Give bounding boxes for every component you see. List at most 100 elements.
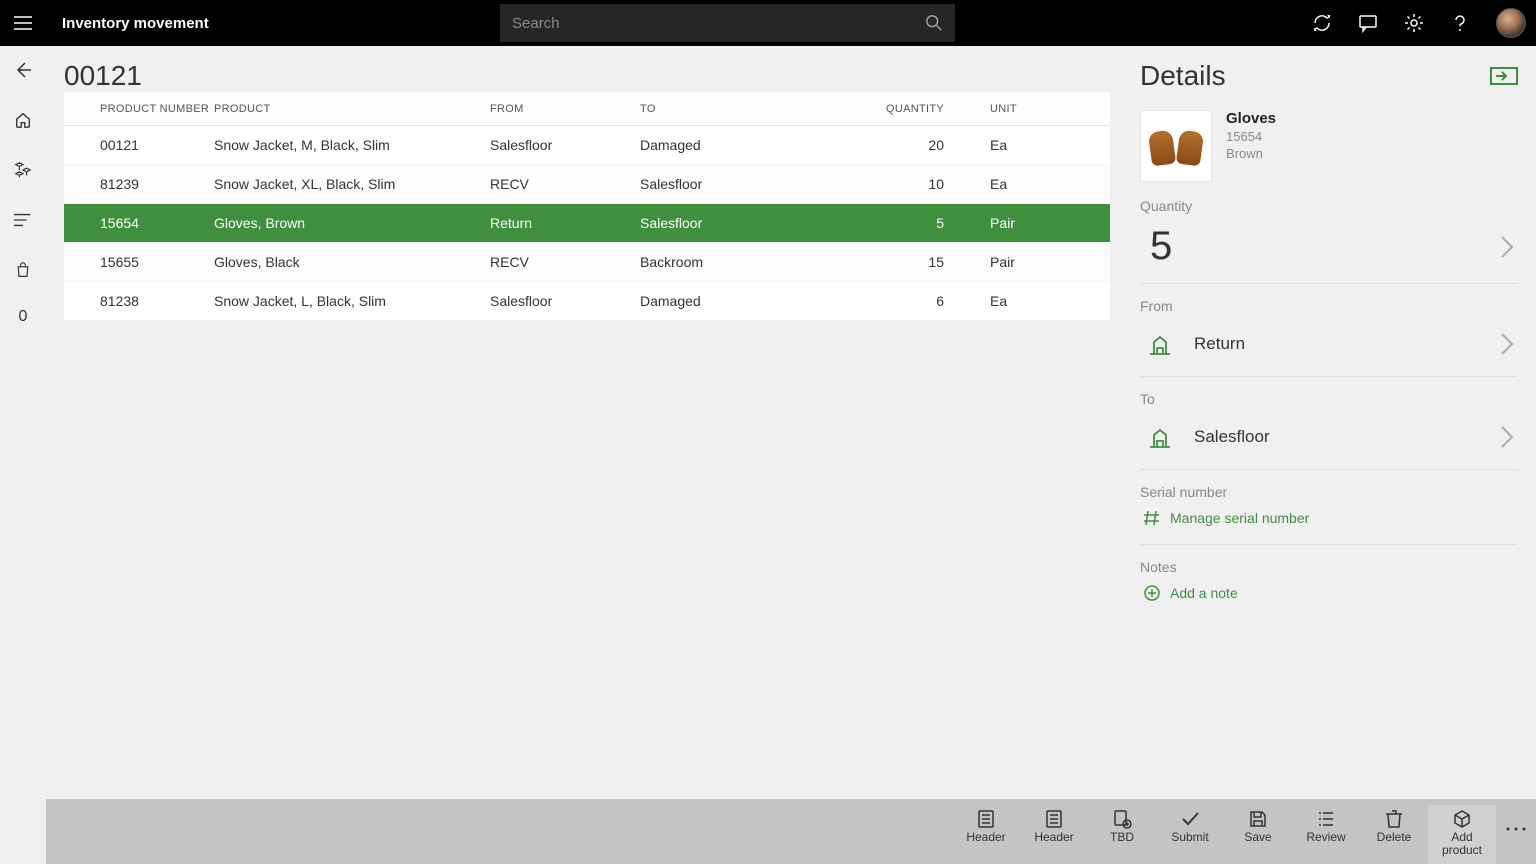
bottombar-submit-button[interactable]: Submit [1156, 805, 1224, 864]
bottombar-label: Review [1306, 831, 1345, 844]
more-button[interactable] [1496, 805, 1536, 853]
bottombar-add-product-button[interactable]: Addproduct [1428, 805, 1496, 864]
hamburger-icon [14, 16, 32, 30]
cell-from: RECV [490, 176, 640, 192]
topbar-title: Inventory movement [62, 15, 209, 32]
table-row[interactable]: 81239Snow Jacket, XL, Black, SlimRECVSal… [64, 165, 1110, 204]
cell-pn: 00121 [64, 137, 214, 153]
cell-qty: 5 [864, 215, 964, 231]
bottombar-delete-button[interactable]: Delete [1360, 805, 1428, 864]
user-avatar[interactable] [1496, 8, 1526, 38]
bottombar-tbd-button[interactable]: TBD [1088, 805, 1156, 864]
product-number: 15654 [1226, 129, 1276, 144]
refresh-icon [1312, 13, 1332, 33]
cell-to: Salesfloor [640, 176, 864, 192]
search-box[interactable] [500, 4, 955, 42]
notes-link-text: Add a note [1170, 585, 1238, 601]
bottombar-header-button[interactable]: Header [952, 805, 1020, 864]
cell-pn: 15654 [64, 215, 214, 231]
cell-product: Snow Jacket, L, Black, Slim [214, 293, 490, 309]
bottombar-label: Submit [1171, 831, 1208, 844]
inventory-button[interactable] [11, 158, 35, 182]
chat-button[interactable] [1358, 13, 1378, 33]
home-button[interactable] [11, 108, 35, 132]
hamburger-menu[interactable] [0, 0, 46, 46]
table-row[interactable]: 15654Gloves, BrownReturnSalesfloor5Pair [64, 204, 1110, 243]
location-icon [1146, 423, 1174, 451]
cell-from: Salesfloor [490, 137, 640, 153]
bottombar-review-button[interactable]: Review [1292, 805, 1360, 864]
cell-from: RECV [490, 254, 640, 270]
gloves-icon [1148, 123, 1204, 169]
add-note-link[interactable]: Add a note [1140, 579, 1518, 607]
table-row[interactable]: 00121Snow Jacket, M, Black, SlimSalesflo… [64, 126, 1110, 165]
bottombar-label: Header [966, 831, 1005, 844]
col-header-from: FROM [490, 103, 640, 115]
col-header-to: TO [640, 103, 864, 115]
chevron-right-icon [1500, 235, 1514, 259]
save-icon [1248, 809, 1268, 829]
cell-product: Gloves, Black [214, 254, 490, 270]
col-header-product: PRODUCT [214, 103, 490, 115]
list-button[interactable] [11, 208, 35, 232]
bottombar-header-button[interactable]: Header [1020, 805, 1088, 864]
cell-unit: Pair [964, 215, 1084, 231]
help-button[interactable] [1450, 13, 1470, 33]
table-header: PRODUCT NUMBER PRODUCT FROM TO QUANTITY … [64, 92, 1110, 126]
help-icon [1450, 13, 1470, 33]
from-value: Return [1194, 334, 1245, 354]
cell-to: Backroom [640, 254, 864, 270]
table-row[interactable]: 15655Gloves, BlackRECVBackroom15Pair [64, 243, 1110, 282]
home-icon [14, 111, 32, 129]
topbar: Inventory movement [0, 0, 1536, 46]
chevron-right-icon [1500, 425, 1514, 449]
manage-serial-link[interactable]: Manage serial number [1140, 504, 1518, 545]
cell-product: Snow Jacket, XL, Black, Slim [214, 176, 490, 192]
table-row[interactable]: 81238Snow Jacket, L, Black, SlimSalesflo… [64, 282, 1110, 321]
ellipsis-icon [1506, 827, 1526, 831]
boxes-icon [14, 161, 32, 179]
refresh-button[interactable] [1312, 13, 1332, 33]
bottombar-label: Save [1244, 831, 1271, 844]
search-input[interactable] [512, 15, 925, 32]
cell-product: Snow Jacket, M, Black, Slim [214, 137, 490, 153]
from-row[interactable]: Return [1140, 318, 1518, 377]
package-icon [1452, 809, 1472, 829]
bottombar-label: TBD [1110, 831, 1134, 844]
quantity-value: 5 [1150, 224, 1172, 269]
cell-unit: Ea [964, 293, 1084, 309]
details-panel: Details Gloves 15654 Brown Quantity 5 Fr… [1126, 46, 1536, 799]
settings-button[interactable] [1404, 13, 1424, 33]
hash-icon [1144, 510, 1160, 526]
notes-label: Notes [1140, 559, 1518, 575]
location-icon [1146, 330, 1174, 358]
leftrail-count: 0 [19, 308, 28, 326]
quantity-row[interactable]: 5 [1140, 218, 1518, 284]
movement-table: PRODUCT NUMBER PRODUCT FROM TO QUANTITY … [64, 92, 1110, 321]
list-check-icon [1316, 809, 1336, 829]
bag-button[interactable] [11, 258, 35, 282]
topbar-actions [1312, 0, 1526, 46]
cell-from: Return [490, 215, 640, 231]
product-variant: Brown [1226, 146, 1276, 161]
document-gear-icon [1112, 809, 1132, 829]
cell-qty: 15 [864, 254, 964, 270]
bag-icon [15, 261, 31, 279]
cell-unit: Pair [964, 254, 1084, 270]
cell-product: Gloves, Brown [214, 215, 490, 231]
product-name: Gloves [1226, 110, 1276, 127]
details-title: Details [1140, 60, 1226, 92]
expand-panel-button[interactable] [1490, 67, 1518, 85]
document-icon [976, 809, 996, 829]
bottombar-label: Addproduct [1442, 831, 1482, 857]
col-header-product-number: PRODUCT NUMBER [64, 103, 214, 115]
bottombar-save-button[interactable]: Save [1224, 805, 1292, 864]
back-button[interactable] [11, 58, 35, 82]
plus-circle-icon [1144, 585, 1160, 601]
quantity-label: Quantity [1140, 198, 1518, 214]
bottombar-label: Header [1034, 831, 1073, 844]
cell-unit: Ea [964, 176, 1084, 192]
to-row[interactable]: Salesfloor [1140, 411, 1518, 470]
main-content: 00121 PRODUCT NUMBER PRODUCT FROM TO QUA… [46, 46, 1536, 799]
col-header-unit: UNIT [964, 103, 1084, 115]
